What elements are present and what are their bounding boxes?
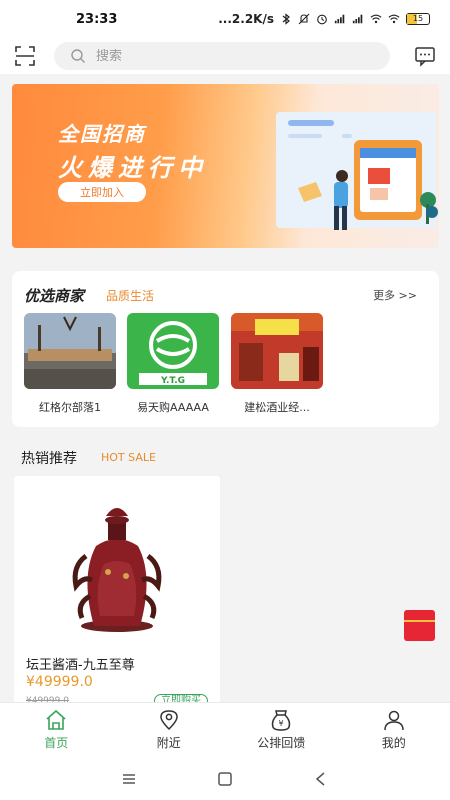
wifi-icon-2 [388,14,400,24]
tab-rewards[interactable]: ¥ 公排回馈 [225,703,338,758]
hot-sale-subtitle: HOT SALE [101,451,156,464]
merchant-image [231,313,323,389]
wifi-icon [370,14,382,24]
merchant-name: 建松酒业经... [244,401,310,414]
location-icon [159,710,178,731]
merchant-card[interactable]: 红格尔部落1 [24,313,116,415]
back-icon[interactable] [313,772,329,786]
status-icons: ...2.2K/s 15 [218,12,430,26]
search-icon [71,49,85,63]
section-subtitle: 品质生活 [106,289,155,303]
status-bar: 23:33 ...2.2K/s 15 [0,0,450,38]
signal-icon [334,14,345,24]
battery-icon: 15 [406,13,430,25]
more-merchants-link[interactable]: 更多 >> [373,287,417,303]
search-input[interactable] [96,48,346,64]
signal-icon-2 [352,14,363,24]
product-price: ¥49999.0 [26,674,93,690]
bluetooth-icon [282,13,290,25]
system-nav-bar [0,758,450,800]
join-now-button[interactable]: 立即加入 [58,182,146,202]
merchant-image [24,313,116,389]
menu-icon[interactable] [121,772,137,786]
svg-text:¥: ¥ [279,719,284,728]
status-time: 23:33 [76,11,118,27]
tab-nearby[interactable]: 附近 [113,703,226,758]
tab-label: 公排回馈 [257,736,306,750]
merchant-name: 红格尔部落1 [39,401,101,414]
home-square-icon[interactable] [217,772,233,786]
mute-icon [298,13,310,25]
tab-label: 我的 [381,736,406,750]
section-title: 优选商家 [24,287,85,305]
merchant-card[interactable]: 建松酒业经... [231,313,323,415]
bottom-tab-bar: 首页 附近 ¥ 公排回馈 我的 [0,702,450,758]
merchant-name: 易天购AAAAA [137,401,209,414]
merchant-image: Y.T.G [127,313,219,389]
hot-sale-title: 热销推荐 [21,451,77,467]
merchant-card[interactable]: Y.T.G 易天购AAAAA [127,313,219,415]
product-image [14,476,220,644]
tab-label: 附近 [156,736,181,750]
search-header [0,38,450,74]
svg-text:Y.T.G: Y.T.G [160,376,185,386]
banner-title-line2: 火爆进行中 [58,154,208,182]
search-box[interactable] [54,42,390,70]
banner-illustration [276,112,438,230]
tab-label: 首页 [44,736,69,750]
tab-profile[interactable]: 我的 [338,703,450,758]
alarm-icon [317,14,327,25]
network-speed: ...2.2K/s [218,12,274,26]
person-icon [384,710,404,731]
message-icon[interactable] [414,45,436,67]
featured-merchants-section: 优选商家 品质生活 更多 >> 红格尔部落1 Y.T.G 易天购AAAAA 建松… [12,271,439,427]
product-name: 坛王酱酒-九五至尊 [26,658,135,673]
promo-banner[interactable]: 全国招商 火爆进行中 立即加入 [12,84,439,248]
scan-icon[interactable] [14,45,36,67]
home-icon [46,709,66,730]
tab-home[interactable]: 首页 [0,703,113,758]
battery-level: 15 [412,14,424,23]
money-bag-icon: ¥ [272,710,291,731]
product-card[interactable]: 坛王酱酒-九五至尊 ¥49999.0 ¥49999.0 立即购买 [14,476,220,706]
red-packet-icon[interactable] [404,610,435,641]
banner-title-line1: 全国招商 [58,122,146,146]
